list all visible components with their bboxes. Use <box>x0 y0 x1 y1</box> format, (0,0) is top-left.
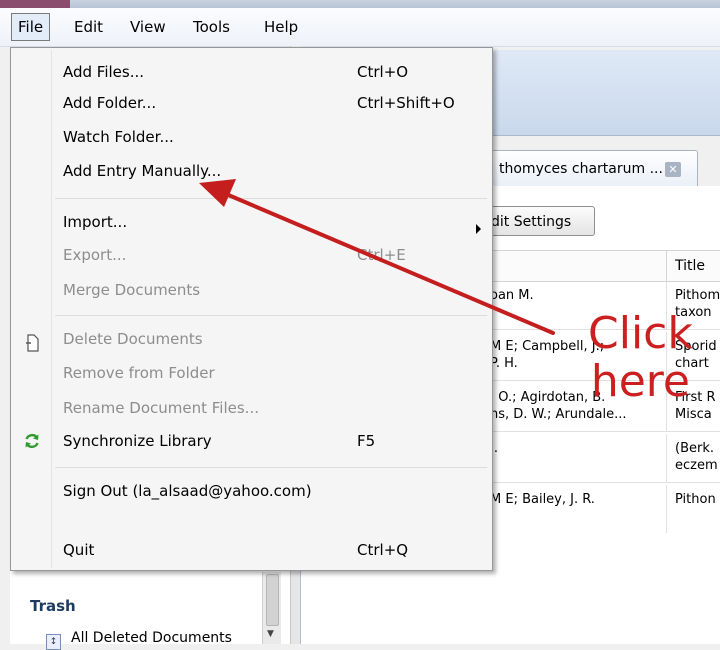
document-tab[interactable]: thomyces chartarum ... ✕ <box>476 150 698 186</box>
title-accent <box>0 0 70 8</box>
menu-item-remove-from-folder[interactable]: Remove from Folder <box>63 364 215 382</box>
annotation-line-2: here <box>590 356 690 407</box>
menubar: File Edit View Tools Help <box>0 8 720 47</box>
shortcut-add-folder: Ctrl+Shift+O <box>357 94 455 112</box>
menu-item-delete-documents[interactable]: Delete Documents <box>63 330 203 348</box>
menu-icon-gutter <box>51 50 52 568</box>
sidebar-trash-heading[interactable]: Trash <box>30 597 76 615</box>
submenu-arrow-icon <box>476 224 481 234</box>
row-authors: oan M. <box>490 288 534 303</box>
annotation-line-1: Click <box>588 308 693 359</box>
menu-separator <box>55 315 487 316</box>
table-row[interactable]: J. (Berk. eczem <box>480 434 720 483</box>
shortcut-synchronize: F5 <box>357 432 376 450</box>
menu-help[interactable]: Help <box>258 14 304 40</box>
shortcut-add-files: Ctrl+O <box>357 63 409 81</box>
menu-item-add-entry-manually[interactable]: Add Entry Manually... <box>63 162 221 180</box>
file-dropdown-menu: Add Files... Ctrl+O Add Folder... Ctrl+S… <box>10 47 493 571</box>
table-row[interactable]: M E; Bailey, J. R. Pithon <box>480 485 720 533</box>
column-divider[interactable] <box>666 251 667 281</box>
trash-folder-icon: ↕ <box>46 634 61 650</box>
row-title: (Berk. eczem <box>675 441 718 473</box>
menu-separator <box>55 467 487 468</box>
column-header-title[interactable]: Title <box>675 258 705 274</box>
menu-item-import[interactable]: Import... <box>63 213 127 231</box>
menu-item-rename-files[interactable]: Rename Document Files... <box>63 399 259 417</box>
menu-item-merge-documents[interactable]: Merge Documents <box>63 281 200 299</box>
document-tab-label: thomyces chartarum ... <box>499 161 663 177</box>
edit-settings-button[interactable]: dit Settings <box>480 206 595 236</box>
menu-item-add-files[interactable]: Add Files... <box>63 63 144 81</box>
row-authors: M E; Bailey, J. R. <box>490 492 595 507</box>
menu-tools[interactable]: Tools <box>187 14 236 40</box>
menu-view[interactable]: View <box>124 14 172 40</box>
menu-item-quit[interactable]: Quit <box>63 541 94 559</box>
menu-file[interactable]: File <box>11 13 51 41</box>
menu-item-export[interactable]: Export... <box>63 246 126 264</box>
shortcut-quit: Ctrl+Q <box>357 541 409 559</box>
menu-edit[interactable]: Edit <box>68 14 109 40</box>
toolbar-background <box>490 50 720 136</box>
shortcut-export: Ctrl+E <box>357 246 406 264</box>
table-header: Title <box>480 250 720 282</box>
delete-document-icon <box>26 334 39 352</box>
sidebar-item-all-deleted[interactable]: ↕ All Deleted Documents <box>46 630 232 650</box>
menu-item-watch-folder[interactable]: Watch Folder... <box>63 128 174 146</box>
menu-item-synchronize-library[interactable]: Synchronize Library <box>63 432 212 450</box>
scrollbar-thumb[interactable] <box>266 574 279 626</box>
row-authors: J. <box>490 441 498 456</box>
sync-icon <box>25 433 39 449</box>
row-title: Pithon <box>675 492 716 507</box>
menu-separator <box>55 198 487 199</box>
annotation-click-here: Click here <box>588 310 693 406</box>
sidebar-scrollbar[interactable]: ▼ <box>262 572 281 644</box>
scroll-down-arrow-icon[interactable]: ▼ <box>267 629 274 639</box>
window-title-strip <box>0 0 720 8</box>
menu-item-sign-out[interactable]: Sign Out (la_alsaad@yahoo.com) <box>63 482 312 500</box>
menu-item-add-folder[interactable]: Add Folder... <box>63 94 156 112</box>
close-icon[interactable]: ✕ <box>665 162 681 177</box>
